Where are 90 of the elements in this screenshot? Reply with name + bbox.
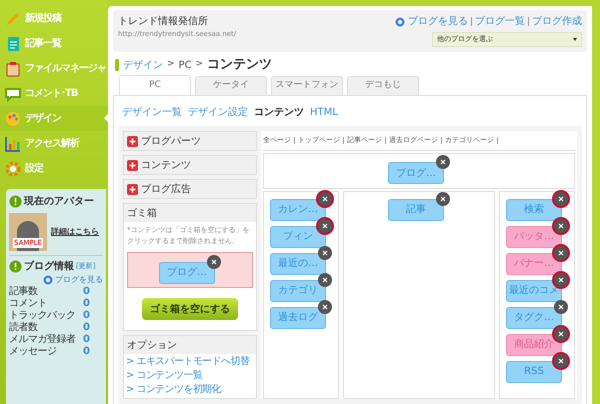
header-link[interactable]: ブログ一覧 xyxy=(475,14,525,29)
palette-icon xyxy=(5,110,21,126)
content-part[interactable]: ブログ… xyxy=(388,162,444,184)
stat-value: 0 xyxy=(83,298,90,310)
content-part[interactable]: RSS xyxy=(506,360,562,382)
nav-item[interactable]: 設定 xyxy=(0,156,108,181)
close-icon[interactable] xyxy=(436,155,450,169)
tab[interactable]: スマートフォン xyxy=(271,76,343,95)
content-part[interactable]: 過去ログ xyxy=(270,306,326,328)
option-link[interactable]: > エキスパートモードへ切替 xyxy=(124,355,252,368)
settings-icon xyxy=(5,160,21,176)
content-part[interactable]: カレン… xyxy=(270,198,326,220)
stat-value: 0 xyxy=(83,286,90,298)
content-part[interactable]: カテゴリ xyxy=(270,280,326,302)
close-icon[interactable] xyxy=(554,218,568,232)
subnav-link[interactable]: デザイン一覧 xyxy=(122,105,182,120)
panel-title: 現在のアバター xyxy=(24,194,94,209)
breadcrumb-separator: > xyxy=(167,58,175,72)
close-icon[interactable] xyxy=(554,300,568,314)
clipboard-icon xyxy=(5,60,21,76)
empty-trash-button[interactable]: ゴミ箱を空にする xyxy=(142,298,238,320)
close-icon[interactable] xyxy=(554,246,568,260)
close-icon[interactable] xyxy=(318,218,332,232)
speech-bubble-icon xyxy=(5,86,21,102)
palette-category[interactable]: ブログパーツ xyxy=(123,131,257,151)
header-link[interactable]: ブログを見る xyxy=(408,14,468,29)
stat-label: コメント xyxy=(9,298,48,310)
stat-label: 読者数 xyxy=(9,322,38,334)
tab[interactable]: ケータイ xyxy=(195,76,267,95)
option-link[interactable]: > コンテンツを初期化 xyxy=(124,383,223,396)
stat-value: 0 xyxy=(83,310,90,322)
options-title: オプション xyxy=(124,336,256,354)
close-icon[interactable] xyxy=(318,246,332,260)
bar-chart-icon xyxy=(5,136,21,152)
content-part[interactable]: タグク… xyxy=(506,306,562,328)
close-icon[interactable] xyxy=(554,354,568,368)
breadcrumb-link[interactable]: デザイン xyxy=(123,58,163,72)
subnav-link[interactable]: HTML xyxy=(310,105,338,120)
palette-category[interactable]: コンテンツ xyxy=(123,155,257,175)
content-part[interactable]: 記事 xyxy=(388,198,444,220)
stat-label: メルマガ登録者 xyxy=(9,334,76,346)
info-icon xyxy=(9,195,22,208)
plus-icon xyxy=(127,136,138,146)
content-part[interactable]: バナー… xyxy=(506,252,562,274)
pencil-icon xyxy=(5,10,21,26)
subnav-link[interactable]: デザイン設定 xyxy=(188,105,248,120)
document-icon xyxy=(5,36,21,52)
palette-category[interactable]: ブログ広告 xyxy=(123,179,257,199)
tab[interactable]: PC xyxy=(119,75,191,95)
stat-label: メッセージ xyxy=(9,346,58,358)
stat-label: トラックバック xyxy=(9,310,76,322)
view-blog-link[interactable]: ブログを見る xyxy=(55,274,103,286)
close-icon[interactable] xyxy=(436,192,450,206)
panel-title: ブログ情報 xyxy=(24,260,74,274)
breadcrumb-marker xyxy=(115,59,119,71)
close-icon[interactable] xyxy=(318,272,332,286)
plus-icon xyxy=(127,160,138,170)
breadcrumb-link[interactable]: PC xyxy=(178,58,192,72)
header-link[interactable]: ブログ作成 xyxy=(532,14,582,29)
option-link[interactable]: > コンテンツ一覧 xyxy=(124,369,204,382)
close-icon[interactable] xyxy=(318,192,332,206)
tab[interactable]: デコもじ xyxy=(347,76,419,95)
content-part[interactable]: ブログ… xyxy=(159,262,215,284)
globe-icon xyxy=(43,275,53,285)
close-icon[interactable] xyxy=(207,254,221,268)
breadcrumb-separator: > xyxy=(196,58,204,72)
details-link[interactable]: 詳細はこちら xyxy=(51,226,99,238)
content-part[interactable]: 商品紹介 xyxy=(506,334,562,356)
stat-value: 0 xyxy=(83,322,90,334)
nav-item[interactable]: デザイン xyxy=(0,106,108,131)
content-part[interactable]: 最近の… xyxy=(270,252,326,274)
nav-item[interactable]: アクセス解析 xyxy=(0,131,108,156)
subnav-link[interactable]: コンテンツ xyxy=(254,105,304,120)
info-icon xyxy=(9,260,22,273)
trash-title: ゴミ箱 xyxy=(124,204,256,222)
close-icon[interactable] xyxy=(318,300,332,314)
dropdown-icon xyxy=(573,38,577,41)
stat-value: 0 xyxy=(83,334,90,346)
close-icon[interactable] xyxy=(554,326,568,340)
page-title: コンテンツ xyxy=(207,56,272,74)
blog-name: トレンド情報発信所 xyxy=(118,14,209,29)
plus-icon xyxy=(127,184,138,194)
globe-icon xyxy=(395,16,405,26)
content-part[interactable]: プィン xyxy=(270,226,326,248)
close-icon[interactable] xyxy=(554,192,568,206)
stat-value: 0 xyxy=(83,346,90,358)
close-icon[interactable] xyxy=(554,272,568,286)
content-part[interactable]: 検索 xyxy=(506,198,562,220)
stat-label: 記事数 xyxy=(9,286,38,298)
content-part[interactable]: バッタ… xyxy=(506,226,562,248)
